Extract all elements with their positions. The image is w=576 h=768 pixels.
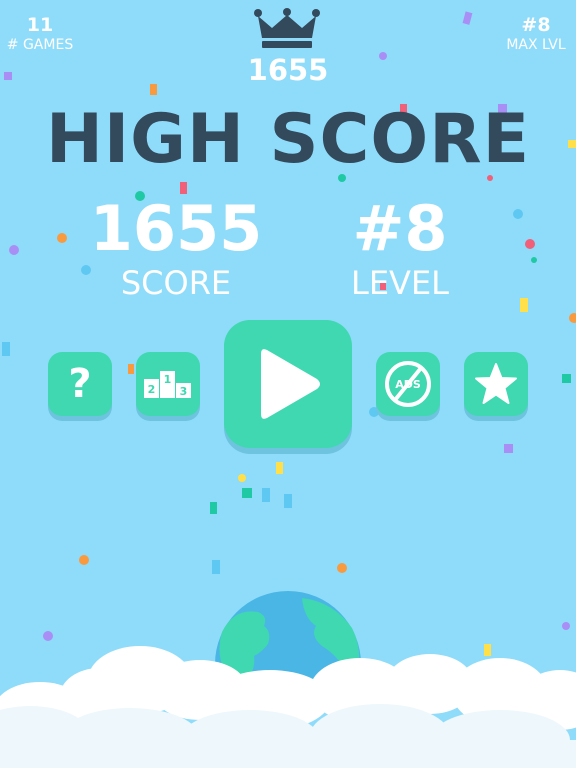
confetti-piece (569, 313, 576, 323)
podium-place-1: 1 (164, 373, 172, 386)
page-title: HIGH SCORE (45, 100, 531, 179)
no-ads-label: ADS (395, 378, 421, 391)
confetti-piece (238, 474, 246, 482)
podium-place-2: 2 (148, 383, 156, 396)
confetti-piece (525, 239, 535, 249)
confetti-piece (520, 298, 528, 312)
score-label: SCORE (120, 264, 232, 302)
crown-icon (254, 8, 320, 48)
confetti-piece (284, 494, 292, 508)
level-block: #8 LEVEL (300, 192, 500, 303)
confetti-piece (504, 444, 513, 453)
confetti-piece (9, 245, 19, 255)
score-value: 1655 (89, 192, 263, 265)
confetti-piece (337, 563, 347, 573)
games-count: 11 (26, 14, 54, 36)
max-level-stat: #8 MAX LVL (500, 14, 572, 54)
best-score: 1655 (247, 53, 329, 87)
level-label: LEVEL (351, 264, 449, 302)
confetti-piece (210, 502, 217, 514)
help-button[interactable]: ? (48, 352, 112, 416)
confetti-piece (562, 622, 570, 630)
star-icon (475, 363, 517, 404)
score-block: 1655 SCORE (76, 192, 276, 303)
question-mark-icon: ? (68, 361, 92, 407)
confetti-piece (562, 374, 571, 383)
confetti-piece (79, 555, 89, 565)
confetti-piece (462, 11, 473, 25)
confetti-piece (57, 233, 67, 243)
level-value: #8 (352, 192, 448, 265)
leaderboard-button[interactable]: 2 1 3 (136, 352, 200, 416)
confetti-piece (513, 209, 523, 219)
confetti-piece (2, 342, 10, 356)
confetti-piece (262, 488, 270, 502)
confetti-piece (242, 488, 252, 498)
confetti-piece (212, 560, 220, 574)
podium-icon: 2 1 3 (144, 371, 191, 398)
podium-place-3: 3 (180, 385, 188, 398)
play-icon (261, 349, 320, 419)
no-ads-button[interactable]: ADS (376, 352, 440, 416)
confetti-piece (531, 257, 537, 263)
games-stat: 11 # GAMES (4, 14, 76, 54)
no-ads-icon: ADS (385, 361, 431, 407)
confetti-piece (276, 462, 283, 474)
max-level-value: #8 (521, 14, 551, 36)
confetti-piece (128, 364, 134, 374)
clouds (0, 646, 576, 768)
play-button[interactable] (224, 320, 352, 448)
rate-button[interactable] (464, 352, 528, 416)
